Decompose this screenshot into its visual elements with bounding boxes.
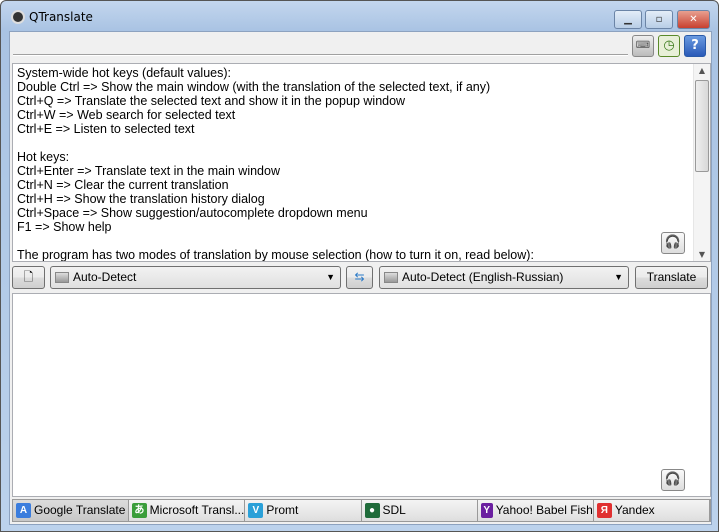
vertical-scrollbar[interactable]: ▲ ▼ (693, 64, 710, 261)
service-icon: Я (596, 503, 612, 518)
tab-service[interactable]: Я Yandex (594, 500, 711, 521)
translate-button[interactable]: Translate (635, 266, 708, 289)
history-icon[interactable]: ◷ (658, 35, 680, 57)
toolbar-separator (13, 54, 628, 56)
text-line: Ctrl+N => Clear the current translation (17, 178, 229, 192)
tab-service[interactable]: Y Yahoo! Babel Fish (478, 500, 594, 521)
tab-service[interactable]: あ Microsoft Transl... (129, 500, 246, 521)
text-line: Ctrl+Q => Translate the selected text an… (17, 94, 406, 108)
text-line (17, 136, 534, 150)
service-icon: Y (480, 503, 493, 518)
tab-service[interactable]: ● SDL (362, 500, 478, 521)
service-icon: ● (364, 503, 380, 518)
flag-icon (55, 272, 69, 283)
tab-label: Yahoo! Babel Fish (495, 503, 593, 517)
text-line: F1 => Show help (17, 220, 112, 234)
text-line: Hot keys: (17, 150, 70, 164)
chevron-down-icon: ▼ (326, 272, 335, 282)
text-line (17, 234, 534, 248)
text-line: Double Ctrl => Show the main window (wit… (17, 80, 491, 94)
listen-translation-icon[interactable]: 🎧 (661, 469, 685, 491)
minimize-button[interactable]: ▁ (614, 10, 642, 29)
service-icon: A (16, 503, 31, 518)
scroll-thumb[interactable] (695, 80, 709, 172)
maximize-button[interactable]: ▫ (645, 10, 673, 29)
tab-label: Promt (266, 503, 299, 517)
text-line: The program has two modes of translation… (17, 248, 534, 262)
source-language-select[interactable]: Auto-Detect ▼ (50, 266, 341, 289)
swap-languages-button[interactable]: ⇆ (346, 266, 373, 289)
tab-label: SDL (382, 503, 406, 517)
source-text-area[interactable]: System-wide hot keys (default values): Do… (12, 63, 711, 262)
service-icon: V (248, 503, 264, 518)
tab-label: Google Translate (34, 503, 126, 517)
text-line: Ctrl+E => Listen to selected text (17, 122, 195, 136)
flag-icon (384, 272, 398, 283)
service-tabs: A Google Translate あ Microsoft Transl... V Pr… (12, 499, 711, 522)
translation-result-area[interactable]: 🎧 (12, 293, 711, 497)
keyboard-icon[interactable]: ⌨ (632, 35, 654, 57)
target-language-select[interactable]: Auto-Detect (English-Russian) ▼ (379, 266, 629, 289)
help-icon[interactable]: ? (684, 35, 706, 57)
tab-label: Yandex (614, 503, 655, 517)
main-window: QTranslate ▁ ▫ ✕ ⌨ ◷ ? System-wide hot k… (0, 0, 719, 532)
text-line: Ctrl+Space => Show suggestion/autocomple… (17, 206, 368, 220)
text-line: Ctrl+Enter => Translate text in the main… (17, 164, 280, 178)
window-title: QTranslate (29, 10, 93, 24)
scroll-down-icon[interactable]: ▼ (694, 250, 710, 259)
chevron-down-icon: ▼ (614, 272, 623, 282)
text-line: System-wide hot keys (default values): (17, 66, 231, 80)
tab-label: Microsoft Transl... (149, 503, 245, 517)
tab-service[interactable]: V Promt (245, 500, 362, 521)
tab-service[interactable]: A Google Translate (13, 500, 130, 521)
service-icon: あ (132, 503, 147, 518)
app-icon (11, 10, 25, 24)
source-text: System-wide hot keys (default values): Do… (17, 66, 534, 262)
close-button[interactable]: ✕ (677, 10, 710, 29)
text-line: Ctrl+W => Web search for selected text (17, 108, 236, 122)
text-line: Ctrl+H => Show the translation history d… (17, 192, 265, 206)
scroll-up-icon[interactable]: ▲ (694, 66, 710, 75)
new-document-button[interactable]: 🗋 (12, 266, 45, 289)
client-area: ⌨ ◷ ? System-wide hot keys (default valu… (9, 31, 712, 525)
listen-source-icon[interactable]: 🎧 (661, 232, 685, 254)
